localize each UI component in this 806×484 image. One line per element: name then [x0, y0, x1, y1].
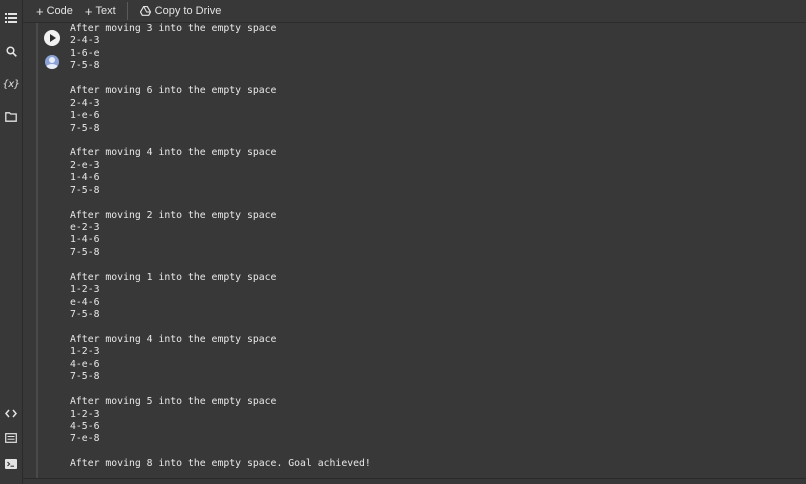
- copy-to-drive-label: Copy to Drive: [154, 5, 222, 17]
- puzzle-row: 7-5-8: [70, 184, 100, 196]
- output-heading: After moving 1 into the empty space: [70, 271, 277, 283]
- plus-icon: +: [84, 3, 93, 19]
- add-code-label: Code: [46, 5, 73, 17]
- add-text-cell-button[interactable]: + Text: [79, 0, 122, 22]
- output-heading: After moving 4 into the empty space: [70, 333, 277, 345]
- output-block: After moving 1 into the empty space 1-2-3…: [70, 272, 770, 322]
- puzzle-row: 1-4-6: [70, 172, 100, 184]
- puzzle-row: 1-2-3: [70, 284, 100, 296]
- terminal-icon[interactable]: [3, 456, 19, 472]
- output-block: After moving 3 into the empty space 2-4-3…: [70, 23, 770, 73]
- cell-bottom-divider: [23, 478, 806, 479]
- avatar: [45, 55, 59, 69]
- output-block: After moving 2 into the empty space e-2-3…: [70, 210, 770, 260]
- left-sidebar: {x}: [0, 0, 23, 484]
- run-cell-button[interactable]: [44, 30, 60, 46]
- cell-focus-bar: [36, 23, 38, 478]
- puzzle-row: 4-5-6: [70, 421, 100, 432]
- puzzle-row: 1-e-6: [70, 110, 100, 122]
- copy-to-drive-button[interactable]: Copy to Drive: [134, 0, 228, 22]
- command-palette-icon[interactable]: [3, 430, 19, 446]
- table-of-contents-icon[interactable]: [3, 10, 19, 26]
- puzzle-row: 2-4-3: [70, 35, 100, 47]
- output-heading: After moving 3 into the empty space: [70, 23, 277, 34]
- puzzle-row: 7-5-8: [70, 246, 100, 258]
- output-heading: After moving 2 into the empty space: [70, 209, 277, 221]
- puzzle-row: 1-2-3: [70, 408, 100, 420]
- add-text-label: Text: [95, 5, 116, 17]
- toolbar-divider: [126, 2, 128, 20]
- output-heading: After moving 8 into the empty space. Goa…: [70, 458, 371, 470]
- output-heading: After moving 6 into the empty space: [70, 85, 277, 97]
- puzzle-row: 1-2-3: [70, 346, 100, 358]
- search-icon[interactable]: [3, 43, 19, 59]
- output-block: After moving 6 into the empty space 2-4-3…: [70, 85, 770, 135]
- puzzle-row: 4-e-6: [70, 358, 100, 370]
- output-block: After moving 4 into the empty space 1-2-3…: [70, 334, 770, 384]
- code-snippets-icon[interactable]: [3, 405, 19, 421]
- cell-output: After moving 3 into the empty space 2-4-3…: [70, 23, 770, 471]
- files-icon[interactable]: [3, 109, 19, 125]
- variables-icon[interactable]: {x}: [2, 76, 20, 92]
- puzzle-row: 2-e-3: [70, 159, 100, 171]
- puzzle-row: 1-6-e: [70, 47, 100, 59]
- output-block: After moving 4 into the empty space 2-e-3…: [70, 147, 770, 197]
- puzzle-row: e-4-6: [70, 296, 100, 308]
- output-heading: After moving 5 into the empty space: [70, 396, 277, 408]
- puzzle-row: 7-5-8: [70, 60, 100, 72]
- puzzle-row: 7-5-8: [70, 309, 100, 321]
- puzzle-row: 1-4-6: [70, 234, 100, 246]
- output-block: After moving 8 into the empty space. Goa…: [70, 458, 770, 470]
- puzzle-row: e-2-3: [70, 222, 100, 233]
- avatar-head: [49, 57, 55, 63]
- add-code-cell-button[interactable]: + Code: [30, 0, 79, 22]
- puzzle-row: 7-5-8: [70, 371, 100, 383]
- notebook-toolbar: + Code + Text Copy to Drive: [23, 0, 806, 23]
- puzzle-row: 7-5-8: [70, 122, 100, 134]
- output-heading: After moving 4 into the empty space: [70, 147, 277, 159]
- plus-icon: +: [36, 3, 44, 19]
- avatar-body: [46, 64, 58, 69]
- output-block: After moving 5 into the empty space 1-2-3…: [70, 396, 770, 446]
- cell-gutter: [23, 23, 36, 484]
- puzzle-row: 7-e-8: [70, 433, 100, 445]
- drive-icon: [139, 6, 151, 16]
- puzzle-row: 2-4-3: [70, 97, 100, 109]
